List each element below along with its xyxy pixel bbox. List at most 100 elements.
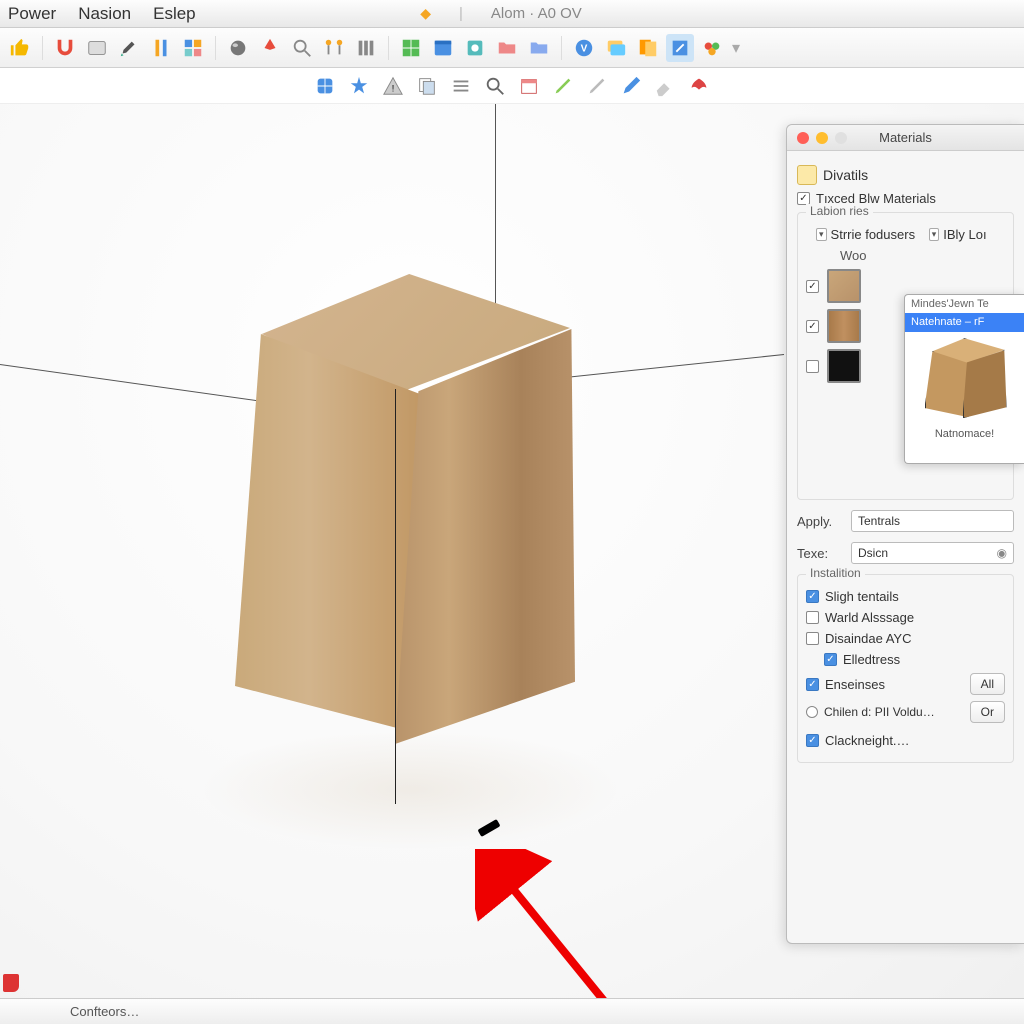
- checkbox-clackneight[interactable]: [806, 734, 819, 747]
- status-bar: Confteors…: [0, 998, 1024, 1024]
- grid-tool-icon[interactable]: [179, 34, 207, 62]
- option-label: Disaindae AYC: [825, 631, 911, 646]
- wood-label: Woo: [840, 248, 1005, 263]
- material-preview-popup: Mindes'Jewn Te Natehnate – rF Natnomace!: [904, 294, 1024, 464]
- texe-dropdown[interactable]: Dsicn◉: [851, 542, 1014, 564]
- v-handles-icon[interactable]: [320, 34, 348, 62]
- main-toolbar: V ▾: [0, 28, 1024, 68]
- safe-icon[interactable]: [461, 34, 489, 62]
- or-button[interactable]: Or: [970, 701, 1005, 723]
- pencil2-icon[interactable]: [583, 72, 611, 100]
- colors-icon[interactable]: [698, 34, 726, 62]
- pen-blue-icon[interactable]: [617, 72, 645, 100]
- zoom-icon[interactable]: [835, 132, 847, 144]
- panel-title: Materials: [879, 130, 932, 145]
- menu-bar: Power Nasion Eslep ◆ | Alom · A0 OV: [0, 0, 1024, 28]
- v-badge-icon[interactable]: V: [570, 34, 598, 62]
- cube-edge: [395, 389, 396, 804]
- chat-icon[interactable]: [602, 34, 630, 62]
- zoom-icon[interactable]: [288, 34, 316, 62]
- checkbox-warld[interactable]: [806, 611, 819, 624]
- section-legend: Labion ries: [806, 204, 873, 218]
- apply-dropdown[interactable]: Tentrals: [851, 510, 1014, 532]
- pencil-green-icon[interactable]: [549, 72, 577, 100]
- green-grid-icon[interactable]: [397, 34, 425, 62]
- copy-icon[interactable]: [413, 72, 441, 100]
- popup-cube-preview: [925, 338, 1005, 418]
- edit-blue-icon[interactable]: [666, 34, 694, 62]
- sphere-icon[interactable]: [224, 34, 252, 62]
- menu-item-eslep[interactable]: Eslep: [153, 4, 196, 24]
- bars-icon[interactable]: [352, 34, 380, 62]
- folder-blue-icon[interactable]: [525, 34, 553, 62]
- material-swatch-wood2[interactable]: [827, 309, 861, 343]
- cube-face-right: [395, 329, 575, 744]
- material-swatch-black[interactable]: [827, 349, 861, 383]
- menu-item-power[interactable]: Power: [8, 4, 56, 24]
- chevron-down-icon[interactable]: ▾: [929, 228, 940, 241]
- svg-text:!: !: [392, 83, 395, 93]
- search-icon[interactable]: [481, 72, 509, 100]
- radio-chilen[interactable]: [806, 706, 818, 718]
- tt-tool-icon[interactable]: [147, 34, 175, 62]
- swatch-checkbox[interactable]: [806, 320, 819, 333]
- materials-panel: Materials Divatils Tıxced Blw Materials …: [786, 124, 1024, 944]
- dropdown-label[interactable]: IBly Loı: [943, 227, 986, 242]
- minimize-icon[interactable]: [816, 132, 828, 144]
- swatch-checkbox[interactable]: [806, 360, 819, 373]
- instal-legend: Instalition: [806, 566, 865, 580]
- popup-caption: Natnomace!: [905, 424, 1024, 444]
- brush-icon[interactable]: [115, 34, 143, 62]
- status-text: Confteors…: [70, 1004, 139, 1019]
- calendar-icon[interactable]: [515, 72, 543, 100]
- panel-titlebar[interactable]: Materials: [787, 125, 1024, 151]
- popup-selected-item[interactable]: Natehnate – rF: [905, 313, 1024, 332]
- warn-icon[interactable]: !: [379, 72, 407, 100]
- chevron-down-icon[interactable]: ▾: [816, 228, 827, 241]
- popup-title: Mindes'Jewn Te: [905, 295, 1024, 313]
- blue-grid-icon[interactable]: [311, 72, 339, 100]
- apply-label: Apply.: [797, 514, 845, 529]
- wings-red-icon[interactable]: [685, 72, 713, 100]
- window-title: ◆ | Alom · A0 OV: [420, 5, 604, 22]
- star-blue-icon[interactable]: [345, 72, 373, 100]
- lines-icon[interactable]: [447, 72, 475, 100]
- annotation-arrow: [475, 849, 655, 998]
- thumb-up-icon[interactable]: [6, 34, 34, 62]
- chevron-down-icon[interactable]: ▾: [732, 38, 740, 58]
- red-pin-icon[interactable]: [256, 34, 284, 62]
- magnet-icon[interactable]: [51, 34, 79, 62]
- option-label: Chilen d: PII Voldu…: [824, 705, 964, 719]
- panel-header-label: Divatils: [823, 167, 868, 183]
- floor-reflection: [200, 729, 620, 849]
- material-swatch-wood1[interactable]: [827, 269, 861, 303]
- checkbox-disaindae[interactable]: [806, 632, 819, 645]
- texe-label: Texe:: [797, 546, 845, 561]
- svg-text:V: V: [581, 43, 588, 54]
- axis-right: [565, 354, 784, 378]
- option-label: Elledtress: [843, 652, 900, 667]
- checkbox-elledtress[interactable]: [824, 653, 837, 666]
- close-icon[interactable]: [797, 132, 809, 144]
- corner-handle-icon[interactable]: [3, 974, 21, 996]
- option-label: Clackneight.…: [825, 733, 910, 748]
- cube-face-left: [235, 334, 420, 734]
- eraser-icon[interactable]: [651, 72, 679, 100]
- panel-icon[interactable]: [83, 34, 111, 62]
- option-label: Sligh tentails: [825, 589, 899, 604]
- dropdown-label[interactable]: Strrie fodusers: [831, 227, 916, 242]
- checkbox-enseinses[interactable]: [806, 678, 819, 691]
- menu-item-nasion[interactable]: Nasion: [78, 4, 131, 24]
- checkbox-slightentails[interactable]: [806, 590, 819, 603]
- folder-icon[interactable]: [797, 165, 817, 185]
- secondary-toolbar: !: [0, 68, 1024, 104]
- folder-red-icon[interactable]: [493, 34, 521, 62]
- swatch-checkbox[interactable]: [806, 280, 819, 293]
- all-button[interactable]: All: [970, 673, 1005, 695]
- wood-cube[interactable]: [235, 274, 570, 734]
- cards-icon[interactable]: [634, 34, 662, 62]
- blue-window-icon[interactable]: [429, 34, 457, 62]
- option-label: Enseinses: [825, 677, 964, 692]
- diamond-icon: ◆: [420, 5, 431, 22]
- option-label: Warld Alsssage: [825, 610, 914, 625]
